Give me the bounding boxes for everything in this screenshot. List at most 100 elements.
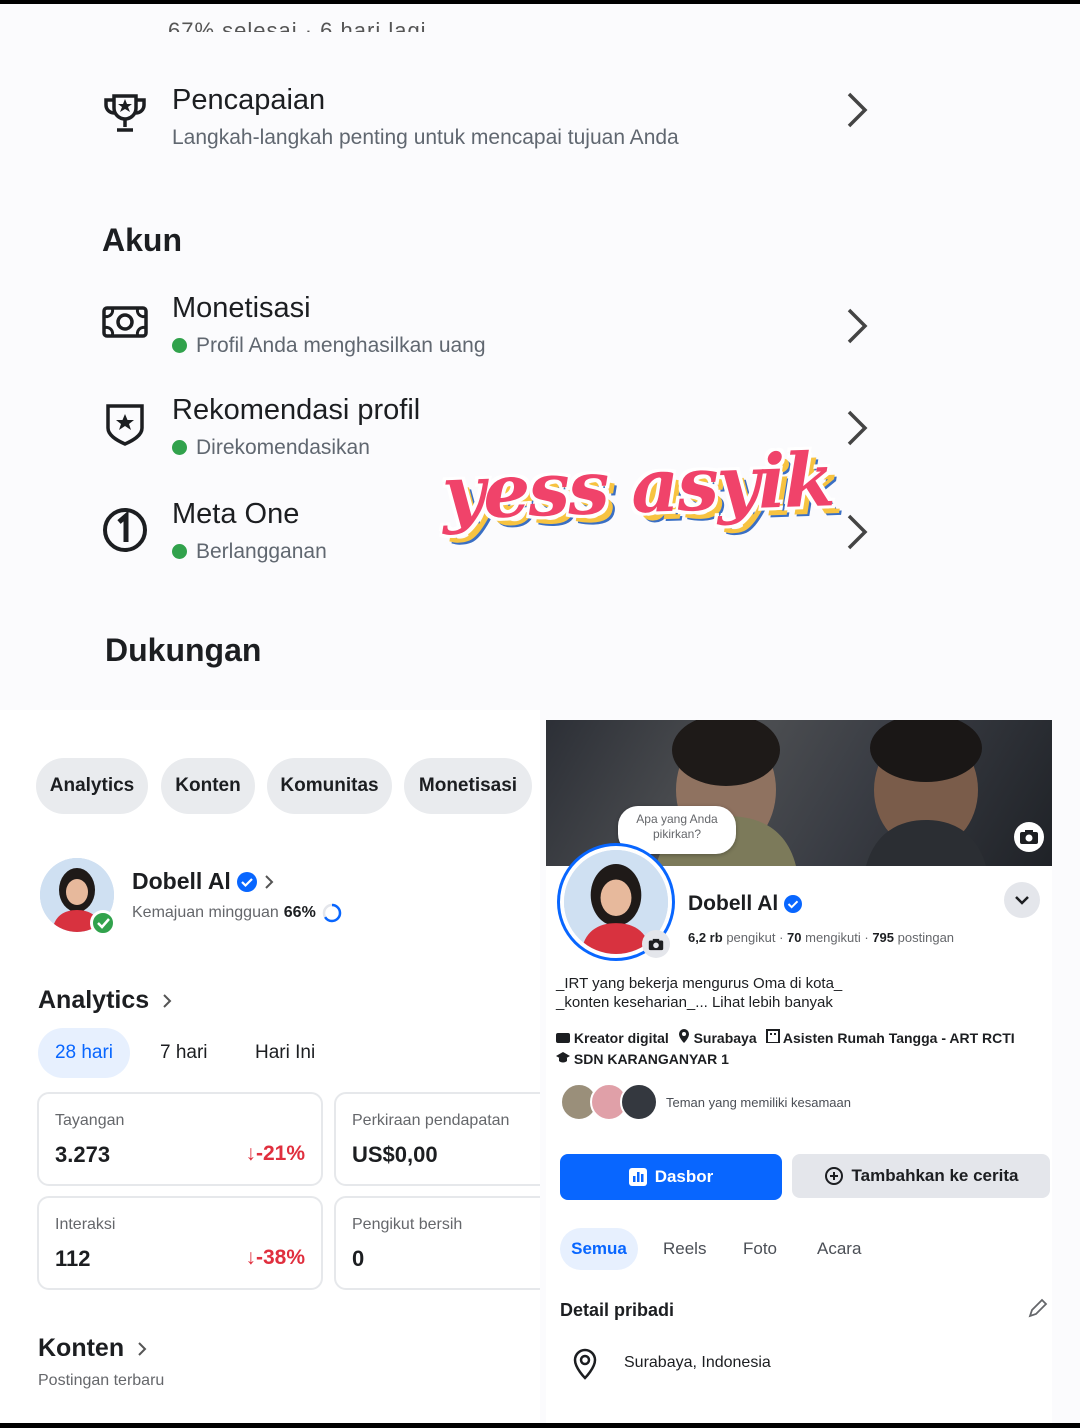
achievement-title: Pencapaian — [172, 84, 326, 116]
bio: _IRT yang bekerja mengurus Oma di kota_ … — [556, 974, 842, 1012]
personal-details-heading: Detail pribadi — [560, 1300, 675, 1320]
weekly-progress: Kemajuan mingguan 66% — [132, 902, 343, 924]
range-7-days[interactable]: 7 hari — [160, 1028, 208, 1078]
location-text: Surabaya, Indonesia — [624, 1354, 771, 1371]
profile-stats: 6,2 rb pengikut · 70 mengikuti · 795 pos… — [688, 930, 955, 945]
monetization-title: Monetisasi — [172, 292, 311, 324]
kpi-label: Perkiraan pendapatan — [352, 1112, 510, 1129]
verified-badge-icon — [236, 871, 257, 892]
trophy-icon — [104, 94, 146, 132]
chip-monetisasi[interactable]: Monetisasi — [404, 758, 532, 814]
recommendation-status: Direkomendasikan — [196, 436, 370, 459]
chip-komunitas[interactable]: Komunitas — [267, 758, 392, 814]
kpi-card-earnings[interactable]: Perkiraan pendapatan US$0,00 — [334, 1092, 540, 1186]
progress-ring-icon — [322, 903, 342, 923]
kpi-value: US$0,00 — [352, 1142, 438, 1167]
tab-reels[interactable]: Reels — [663, 1228, 706, 1270]
verified-check-icon — [90, 910, 116, 936]
content-subtitle: Postingan terbaru — [38, 1372, 165, 1389]
status-dot — [172, 338, 187, 353]
location-pin-icon — [573, 1348, 597, 1380]
kpi-change: ↓-21% — [245, 1142, 305, 1165]
support-heading: Dukungan — [105, 632, 262, 668]
followers-count: 6,2 rb — [688, 930, 723, 945]
tag-work: Asisten Rumah Tangga - ART RCTI — [782, 1030, 1015, 1046]
add-to-story-label: Tambahkan ke cerita — [851, 1166, 1019, 1185]
dashboard-profile-name-row[interactable]: Dobell Al — [132, 868, 275, 895]
chevron-down-icon[interactable] — [1004, 882, 1040, 918]
add-to-story-button[interactable]: Tambahkan ke cerita — [792, 1154, 1050, 1198]
recommendation-title: Rekomendasi profil — [172, 394, 421, 426]
thought-bubble[interactable]: Apa yang Anda pikirkan? — [618, 806, 736, 854]
status-dot — [172, 440, 187, 455]
following-label: mengikuti — [805, 930, 861, 945]
profile-name: Dobell Al — [688, 892, 779, 915]
intro-tags: Kreator digital Surabaya Asisten Rumah T… — [556, 1028, 1046, 1070]
briefcase-icon — [556, 1033, 570, 1043]
dashboard-profile-name: Dobell Al — [132, 868, 231, 894]
tag-school: SDN KARANGANYAR 1 — [573, 1051, 729, 1067]
achievement-subtitle: Langkah-langkah penting untuk mencapai t… — [172, 126, 679, 149]
range-28-days[interactable]: 28 hari — [38, 1028, 130, 1078]
kpi-card-interactions[interactable]: Interaksi 112 ↓-38% — [37, 1196, 323, 1290]
graduation-cap-icon — [556, 1052, 570, 1063]
chip-analytics[interactable]: Analytics — [36, 758, 148, 814]
tag-city: Surabaya — [693, 1030, 757, 1046]
account-heading: Akun — [102, 222, 182, 258]
chevron-right-icon — [265, 874, 274, 889]
see-more-link[interactable]: Lihat lebih banyak — [712, 994, 833, 1011]
mutual-friends-text: Teman yang memiliki kesamaan — [666, 1094, 851, 1110]
dashboard-button-label: Dasbor — [654, 1167, 714, 1186]
kpi-card-net-followers[interactable]: Pengikut bersih 0 — [334, 1196, 540, 1290]
bio-line-1: _IRT yang bekerja mengurus Oma di kota_ — [556, 975, 843, 992]
location-pin-icon — [678, 1029, 689, 1043]
profile-name-row: Dobell Al — [688, 892, 803, 916]
posts-label: postingan — [897, 930, 955, 945]
camera-icon[interactable] — [1014, 822, 1044, 852]
kpi-change: ↓-38% — [245, 1246, 305, 1269]
yess-asyik-sticker: yess asyik — [440, 437, 835, 537]
analytics-heading-row[interactable]: Analytics — [38, 986, 173, 1015]
avatar-camera-icon[interactable] — [642, 930, 670, 958]
chevron-right-icon — [163, 993, 172, 1008]
chevron-right-icon — [847, 410, 868, 446]
shield-star-icon — [106, 404, 144, 446]
friend-avatar — [620, 1083, 658, 1121]
bar-chart-icon — [628, 1168, 647, 1186]
achievement-row[interactable]: Pencapaian Langkah-langkah penting untuk… — [100, 84, 870, 164]
building-icon — [765, 1029, 780, 1044]
screen-collage: 67% selesai · 6 hari lagi Pencapaian Lan… — [0, 4, 1080, 1423]
content-heading: Konten — [38, 1334, 125, 1362]
chevron-right-icon — [847, 514, 868, 550]
content-heading-row[interactable]: Konten — [38, 1334, 148, 1363]
dashboard-button[interactable]: Dasbor — [560, 1154, 782, 1200]
analytics-heading: Analytics — [38, 986, 150, 1014]
kpi-label: Interaksi — [55, 1216, 116, 1233]
range-today[interactable]: Hari Ini — [255, 1028, 315, 1078]
posts-count: 795 — [872, 930, 895, 945]
following-count: 70 — [787, 930, 802, 945]
chevron-right-icon — [847, 308, 868, 344]
kpi-card-views[interactable]: Tayangan 3.273 ↓-21% — [37, 1092, 323, 1186]
add-story-icon — [824, 1167, 843, 1185]
chevron-right-icon — [847, 92, 868, 128]
tag-creator: Kreator digital — [573, 1030, 669, 1046]
kpi-value: 0 — [352, 1246, 365, 1271]
facebook-profile: Apa yang Anda pikirkan? Dobell Al 6,2 rb… — [546, 720, 1052, 1423]
chip-konten[interactable]: Konten — [161, 758, 255, 814]
tab-photos[interactable]: Foto — [743, 1228, 777, 1270]
monetization-status: Profil Anda menghasilkan uang — [196, 334, 486, 357]
meta-one-title: Meta One — [172, 498, 300, 530]
pencil-icon[interactable] — [1026, 1298, 1048, 1320]
verified-badge-icon — [784, 895, 803, 913]
tab-events[interactable]: Acara — [817, 1228, 861, 1270]
monetization-row[interactable]: Monetisasi Profil Anda menghasilkan uang — [100, 292, 870, 372]
meta-one-icon — [103, 508, 147, 552]
cut-progress-text: 67% selesai · 6 hari lagi — [168, 18, 427, 32]
professional-dashboard: Analytics Konten Komunitas Monetisasi Do… — [0, 710, 540, 1423]
kpi-value: 112 — [55, 1246, 91, 1271]
meta-one-status: Berlangganan — [196, 540, 327, 563]
mutual-friends[interactable]: Teman yang memiliki kesamaan — [560, 1082, 851, 1122]
tab-all[interactable]: Semua — [560, 1228, 638, 1270]
kpi-label: Pengikut bersih — [352, 1216, 463, 1233]
